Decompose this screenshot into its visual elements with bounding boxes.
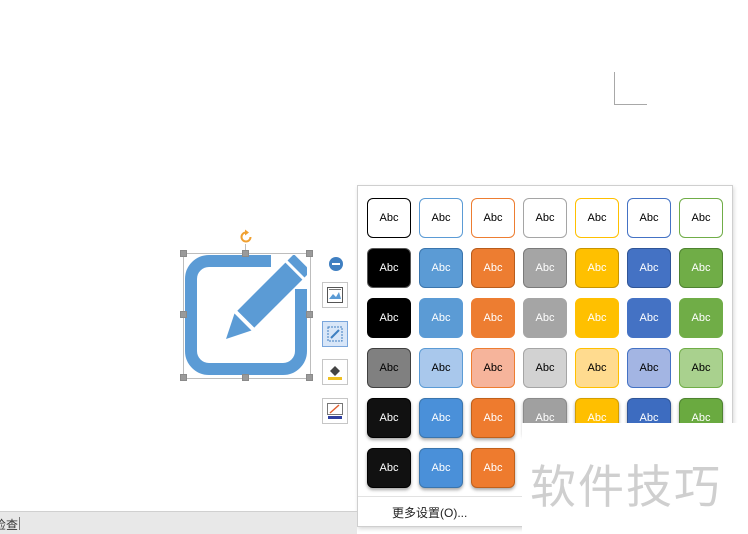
more-settings-link[interactable]: 更多设置(O)... — [392, 504, 467, 521]
style-swatch[interactable]: Abc — [367, 248, 411, 288]
rotate-handle-icon[interactable] — [238, 229, 254, 245]
style-swatch[interactable]: Abc — [471, 248, 515, 288]
resize-handle-w[interactable] — [180, 311, 187, 318]
style-swatch[interactable]: Abc — [627, 198, 671, 238]
outline-button[interactable] — [322, 398, 348, 424]
paint-bucket-icon — [328, 366, 342, 380]
status-divider — [19, 517, 20, 530]
style-swatch[interactable]: Abc — [523, 248, 567, 288]
resize-handle-nw[interactable] — [180, 250, 187, 257]
status-check-label[interactable]: 检查 — [0, 516, 18, 533]
style-swatch[interactable]: Abc — [367, 448, 411, 488]
image-layout-icon — [327, 287, 343, 303]
resize-handle-e[interactable] — [306, 311, 313, 318]
style-swatch[interactable]: Abc — [367, 348, 411, 388]
shape-style-button[interactable] — [322, 321, 348, 347]
style-swatch[interactable]: Abc — [367, 298, 411, 338]
style-swatch[interactable]: Abc — [419, 248, 463, 288]
style-swatch[interactable]: Abc — [419, 348, 463, 388]
pen-outline-icon — [327, 403, 343, 419]
watermark-panel: 软件技巧 — [522, 423, 748, 534]
style-swatch[interactable]: Abc — [471, 198, 515, 238]
style-swatch[interactable]: Abc — [523, 298, 567, 338]
style-swatch[interactable]: Abc — [367, 198, 411, 238]
resize-handle-s[interactable] — [242, 374, 249, 381]
style-swatch[interactable]: Abc — [471, 298, 515, 338]
style-swatch[interactable]: Abc — [627, 298, 671, 338]
collapse-toolbar-button[interactable] — [329, 257, 343, 271]
style-swatch[interactable]: Abc — [419, 398, 463, 438]
style-swatch[interactable]: Abc — [679, 348, 723, 388]
style-swatch[interactable]: Abc — [575, 198, 619, 238]
style-swatch[interactable]: Abc — [679, 198, 723, 238]
style-swatch[interactable]: Abc — [575, 298, 619, 338]
edit-pencil-icon[interactable] — [185, 255, 307, 375]
resize-handle-n[interactable] — [242, 250, 249, 257]
style-swatch[interactable]: Abc — [419, 448, 463, 488]
resize-handle-sw[interactable] — [180, 374, 187, 381]
style-swatch[interactable]: Abc — [679, 298, 723, 338]
style-swatch[interactable]: Abc — [679, 248, 723, 288]
style-swatch[interactable]: Abc — [575, 348, 619, 388]
style-swatch[interactable]: Abc — [471, 398, 515, 438]
style-swatch[interactable]: Abc — [627, 248, 671, 288]
style-swatch[interactable]: Abc — [523, 348, 567, 388]
style-swatch[interactable]: Abc — [419, 298, 463, 338]
layout-options-button[interactable] — [322, 282, 348, 308]
shape-outline-icon — [327, 326, 343, 342]
style-swatch[interactable]: Abc — [575, 248, 619, 288]
style-swatch[interactable]: Abc — [471, 348, 515, 388]
style-swatch[interactable]: Abc — [367, 398, 411, 438]
style-swatch[interactable]: Abc — [471, 448, 515, 488]
page-margin-corner — [614, 72, 647, 105]
resize-handle-ne[interactable] — [306, 250, 313, 257]
fill-button[interactable] — [322, 359, 348, 385]
style-swatch[interactable]: Abc — [627, 348, 671, 388]
style-swatch[interactable]: Abc — [523, 198, 567, 238]
status-bar: 检查 — [0, 511, 357, 534]
resize-handle-se[interactable] — [306, 374, 313, 381]
style-swatch[interactable]: Abc — [419, 198, 463, 238]
watermark-text: 软件技巧 — [530, 460, 722, 514]
